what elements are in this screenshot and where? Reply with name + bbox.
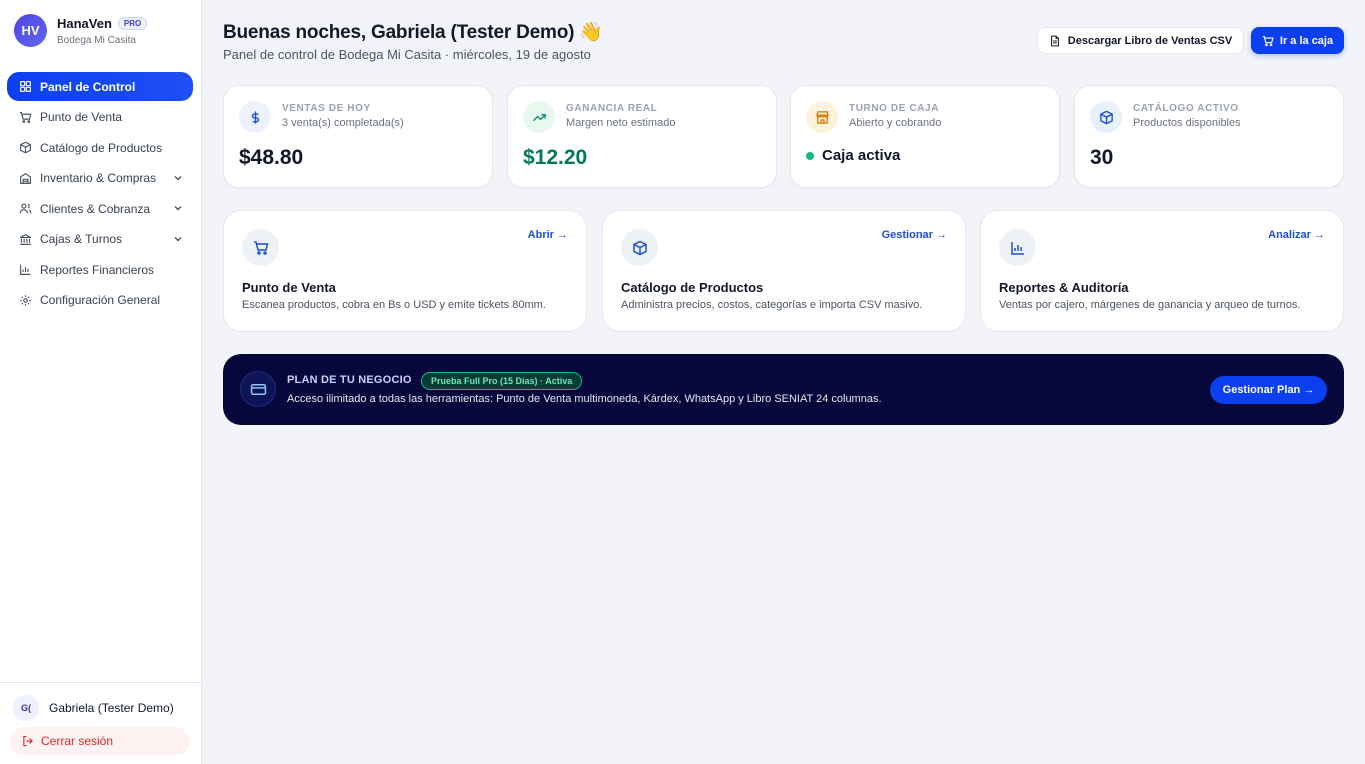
brand[interactable]: HV HanaVen PRO Bodega Mi Casita: [14, 14, 148, 47]
grid-icon: [19, 80, 32, 93]
stat-sub: Productos disponibles: [1133, 117, 1241, 129]
stat-value: $48.80: [239, 146, 304, 169]
logout-button[interactable]: Cerrar sesión: [10, 727, 190, 755]
cart-icon: [242, 229, 279, 266]
download-csv-label: Descargar Libro de Ventas CSV: [1067, 34, 1233, 47]
chevron-down-icon: [174, 206, 182, 211]
status-dot: [806, 151, 814, 160]
manage-plan-button[interactable]: Gestionar Plan →: [1210, 376, 1327, 404]
stat-value: $12.20: [523, 146, 588, 169]
sidebar-item-label: Configuración General: [40, 293, 161, 307]
user-profile[interactable]: G( Gabriela (Tester Demo): [13, 695, 174, 721]
brand-name: HanaVen: [57, 15, 112, 31]
sidebar-item-punto-de-venta[interactable]: Punto de Venta: [7, 103, 193, 132]
box-icon: [621, 229, 658, 266]
stat-card-register-shift: TURNO DE CAJA Abierto y cobrando Caja ac…: [790, 85, 1060, 188]
users-icon: [19, 202, 32, 215]
go-to-register-button[interactable]: Ir a la caja: [1251, 27, 1344, 54]
module-card-catalog[interactable]: Gestionar → Catálogo de Productos Admini…: [602, 210, 966, 332]
sidebar-item-catalogo[interactable]: Catálogo de Productos: [7, 133, 193, 162]
module-card-reports[interactable]: Analizar → Reportes & Auditoría Ventas p…: [980, 210, 1344, 332]
sidebar-item-configuracion[interactable]: Configuración General: [7, 286, 193, 315]
cart-icon: [1262, 35, 1274, 46]
sidebar: HV HanaVen PRO Bodega Mi Casita Panel de…: [0, 0, 202, 764]
sidebar-item-label: Punto de Venta: [40, 110, 123, 124]
module-analyze-link[interactable]: Analizar →: [1268, 229, 1325, 241]
dollar-icon: [239, 101, 271, 133]
sidebar-item-label: Panel de Control: [40, 79, 136, 94]
module-card-pos[interactable]: Abrir → Punto de Venta Escanea productos…: [223, 210, 587, 332]
store-icon: [806, 101, 838, 133]
sidebar-nav: Panel de Control Punto de Venta Catálogo…: [7, 72, 193, 316]
module-title: Reportes & Auditoría: [999, 280, 1129, 295]
stat-card-profit: GANANCIA REAL Margen neto estimado $12.2…: [507, 85, 777, 188]
gear-icon: [19, 294, 32, 307]
plan-title: PLAN DE TU NEGOCIO: [287, 374, 412, 386]
stat-value: 30: [1090, 146, 1114, 169]
sidebar-item-label: Cajas & Turnos: [40, 232, 123, 246]
brand-logo: HV: [14, 14, 47, 47]
module-title: Catálogo de Productos: [621, 280, 764, 295]
stat-card-catalog: CATÁLOGO ACTIVO Productos disponibles 30: [1074, 85, 1344, 188]
bar-chart-icon: [19, 263, 32, 276]
module-title: Punto de Venta: [242, 280, 336, 295]
sidebar-item-cajas[interactable]: Cajas & Turnos: [7, 225, 193, 254]
module-manage-link[interactable]: Gestionar →: [882, 229, 947, 241]
sidebar-item-label: Catálogo de Productos: [40, 140, 163, 155]
sidebar-footer: G( Gabriela (Tester Demo) Cerrar sesión: [0, 682, 201, 764]
module-open-link[interactable]: Abrir →: [528, 229, 568, 241]
page-subtitle: Panel de control de Bodega Mi Casita · m…: [223, 47, 591, 62]
avatar: G(: [13, 695, 39, 721]
page-title: Buenas noches, Gabriela (Tester Demo) 👋: [223, 22, 603, 43]
sidebar-item-panel-de-control[interactable]: Panel de Control: [7, 72, 193, 101]
go-to-register-label: Ir a la caja: [1279, 34, 1334, 47]
sidebar-item-reportes[interactable]: Reportes Financieros: [7, 255, 193, 284]
user-name: Gabriela (Tester Demo): [49, 701, 174, 715]
stat-label: VENTAS DE HOY: [282, 103, 371, 114]
stat-label: GANANCIA REAL: [566, 103, 658, 114]
cart-icon: [19, 111, 32, 124]
module-desc: Escanea productos, cobra en Bs o USD y e…: [242, 299, 546, 311]
stat-sub: Abierto y cobrando: [849, 117, 942, 129]
store-name: Bodega Mi Casita: [57, 34, 136, 46]
sidebar-item-clientes[interactable]: Clientes & Cobranza: [7, 194, 193, 223]
register-status: Caja activa: [806, 147, 900, 164]
stat-sub: Margen neto estimado: [566, 117, 676, 129]
box-icon: [19, 141, 32, 154]
sidebar-item-label: Reportes Financieros: [40, 262, 155, 277]
chevron-down-icon: [174, 236, 182, 241]
box-icon: [1090, 101, 1122, 133]
trend-up-icon: [523, 101, 555, 133]
stat-sub: 3 venta(s) completada(s): [282, 117, 404, 129]
logout-icon: [23, 735, 33, 747]
warehouse-icon: [19, 172, 32, 185]
bar-chart-icon: [999, 229, 1036, 266]
register-status-label: Caja activa: [822, 147, 901, 164]
stat-card-sales: VENTAS DE HOY 3 venta(s) completada(s) $…: [223, 85, 493, 188]
document-icon: [1050, 35, 1059, 46]
stat-label: TURNO DE CAJA: [849, 103, 940, 114]
sidebar-item-label: Clientes & Cobranza: [40, 201, 151, 216]
plan-banner: PLAN DE TU NEGOCIO Prueba Full Pro (15 D…: [223, 354, 1344, 425]
plan-status-badge: Prueba Full Pro (15 Días) · Activa: [421, 372, 583, 390]
chevron-down-icon: [174, 175, 182, 180]
bank-icon: [19, 233, 32, 246]
logout-label: Cerrar sesión: [41, 734, 114, 748]
sidebar-item-label: Inventario & Compras: [40, 171, 157, 185]
stat-label: CATÁLOGO ACTIVO: [1133, 103, 1239, 114]
plan-description: Acceso ilimitado a todas las herramienta…: [287, 393, 882, 405]
pro-badge: PRO: [117, 16, 148, 30]
module-desc: Administra precios, costos, categorías e…: [621, 299, 923, 311]
module-desc: Ventas por cajero, márgenes de ganancia …: [999, 299, 1301, 311]
download-csv-button[interactable]: Descargar Libro de Ventas CSV: [1037, 27, 1244, 54]
credit-card-icon: [240, 371, 276, 407]
sidebar-item-inventario[interactable]: Inventario & Compras: [7, 164, 193, 193]
